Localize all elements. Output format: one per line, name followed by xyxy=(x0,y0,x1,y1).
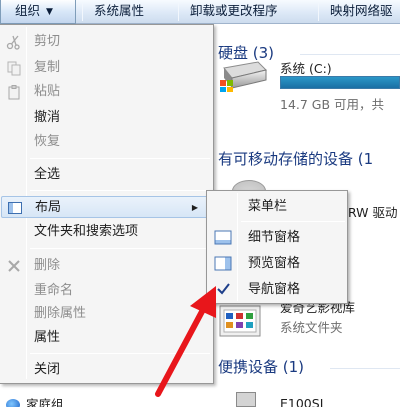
group-divider xyxy=(330,368,400,369)
organize-menu: 剪切 复制 粘贴 撤消 恢复 全选 布局 ▶ 文件夹和搜索选项 删除 重命名 删… xyxy=(0,24,214,384)
menu-separator xyxy=(30,158,210,159)
submenu-item-menu-bar[interactable]: 菜单栏 xyxy=(208,196,346,218)
menu-item-label: 文件夹和搜索选项 xyxy=(34,224,139,239)
toolbar-separator xyxy=(178,3,179,21)
check-icon xyxy=(217,283,230,295)
nav-item-homegroup[interactable]: 家庭组 xyxy=(6,394,64,407)
system-properties-button[interactable]: 系统属性 xyxy=(94,0,144,24)
command-bar: 组织 ▼ 系统属性 卸载或更改程序 映射网络驱 xyxy=(0,0,400,24)
portable-device-icon xyxy=(236,392,256,407)
submenu-arrow-icon: ▶ xyxy=(191,203,198,212)
menu-item-label: 删除 xyxy=(34,258,61,273)
menu-item-label: 粘贴 xyxy=(34,84,61,99)
toolbar-separator xyxy=(82,3,83,21)
menu-item-remove-properties[interactable]: 删除属性 xyxy=(1,303,211,325)
group-divider xyxy=(300,54,400,55)
menu-item-label: 关闭 xyxy=(34,362,61,377)
chevron-down-icon: ▼ xyxy=(46,7,53,17)
menu-item-label: 删除属性 xyxy=(34,306,87,321)
delete-icon xyxy=(8,260,20,272)
device-name[interactable]: E100SL xyxy=(280,396,327,407)
drive-usage-bar xyxy=(280,76,400,89)
menu-item-copy[interactable]: 复制 xyxy=(1,57,211,79)
menu-item-folder-options[interactable]: 文件夹和搜索选项 xyxy=(1,221,211,243)
menu-item-delete[interactable]: 删除 xyxy=(1,255,211,277)
drive-free-space: 14.7 GB 可用，共 xyxy=(280,97,385,112)
paste-icon xyxy=(8,85,20,100)
portable-devices-header[interactable]: 便携设备 (1) xyxy=(218,356,304,377)
copy-icon xyxy=(7,61,21,76)
menu-separator xyxy=(30,190,210,191)
homegroup-icon xyxy=(6,399,20,407)
map-network-drive-button[interactable]: 映射网络驱 xyxy=(330,0,393,24)
menu-separator xyxy=(30,353,210,354)
menu-item-rename[interactable]: 重命名 xyxy=(1,280,211,302)
organize-button[interactable]: 组织 ▼ xyxy=(0,0,76,24)
layout-icon xyxy=(8,202,22,214)
menu-item-undo[interactable]: 撤消 xyxy=(1,107,211,129)
layout-submenu: 菜单栏 细节窗格 预览窗格 导航窗格 xyxy=(206,190,348,304)
scissors-icon xyxy=(6,35,20,50)
library-type: 系统文件夹 xyxy=(280,320,343,335)
submenu-item-preview-pane[interactable]: 预览窗格 xyxy=(208,253,346,275)
menu-item-close[interactable]: 关闭 xyxy=(1,359,211,381)
menu-item-cut[interactable]: 剪切 xyxy=(1,31,211,53)
menu-item-label: 恢复 xyxy=(34,134,61,149)
menu-separator xyxy=(30,248,210,249)
menu-item-select-all[interactable]: 全选 xyxy=(1,164,211,186)
submenu-item-navigation-pane[interactable]: 导航窗格 xyxy=(208,279,346,301)
submenu-item-details-pane[interactable]: 细节窗格 xyxy=(208,227,346,249)
menu-item-layout[interactable]: 布局 ▶ xyxy=(1,196,211,218)
drive-name[interactable]: 系统 (C:) xyxy=(280,58,332,77)
library-icon xyxy=(219,305,261,337)
removable-storage-header[interactable]: 有可移动存储的设备 (1 xyxy=(218,148,373,169)
menu-item-label: 布局 xyxy=(35,200,62,215)
organize-label: 组织 xyxy=(15,3,41,18)
menu-item-label: 全选 xyxy=(34,167,61,182)
menu-item-redo[interactable]: 恢复 xyxy=(1,131,211,153)
uninstall-program-button[interactable]: 卸载或更改程序 xyxy=(190,0,278,24)
submenu-item-label: 预览窗格 xyxy=(248,256,301,271)
cd-drive-label[interactable]: RW 驱动 xyxy=(348,202,398,221)
menu-item-label: 重命名 xyxy=(34,283,74,298)
preview-pane-icon xyxy=(214,256,232,271)
hard-drive-icon xyxy=(220,61,267,92)
submenu-item-label: 导航窗格 xyxy=(248,282,301,297)
details-pane-icon xyxy=(214,230,232,245)
submenu-separator xyxy=(241,221,345,222)
menu-item-label: 撤消 xyxy=(34,110,61,125)
menu-item-paste[interactable]: 粘贴 xyxy=(1,81,211,103)
menu-item-label: 属性 xyxy=(34,330,61,345)
homegroup-label: 家庭组 xyxy=(26,397,64,407)
menu-item-label: 剪切 xyxy=(34,34,61,49)
submenu-item-label: 细节窗格 xyxy=(248,230,301,245)
menu-item-properties[interactable]: 属性 xyxy=(1,327,211,349)
submenu-item-label: 菜单栏 xyxy=(248,199,288,214)
menu-item-label: 复制 xyxy=(34,60,61,75)
toolbar-separator xyxy=(318,3,319,21)
